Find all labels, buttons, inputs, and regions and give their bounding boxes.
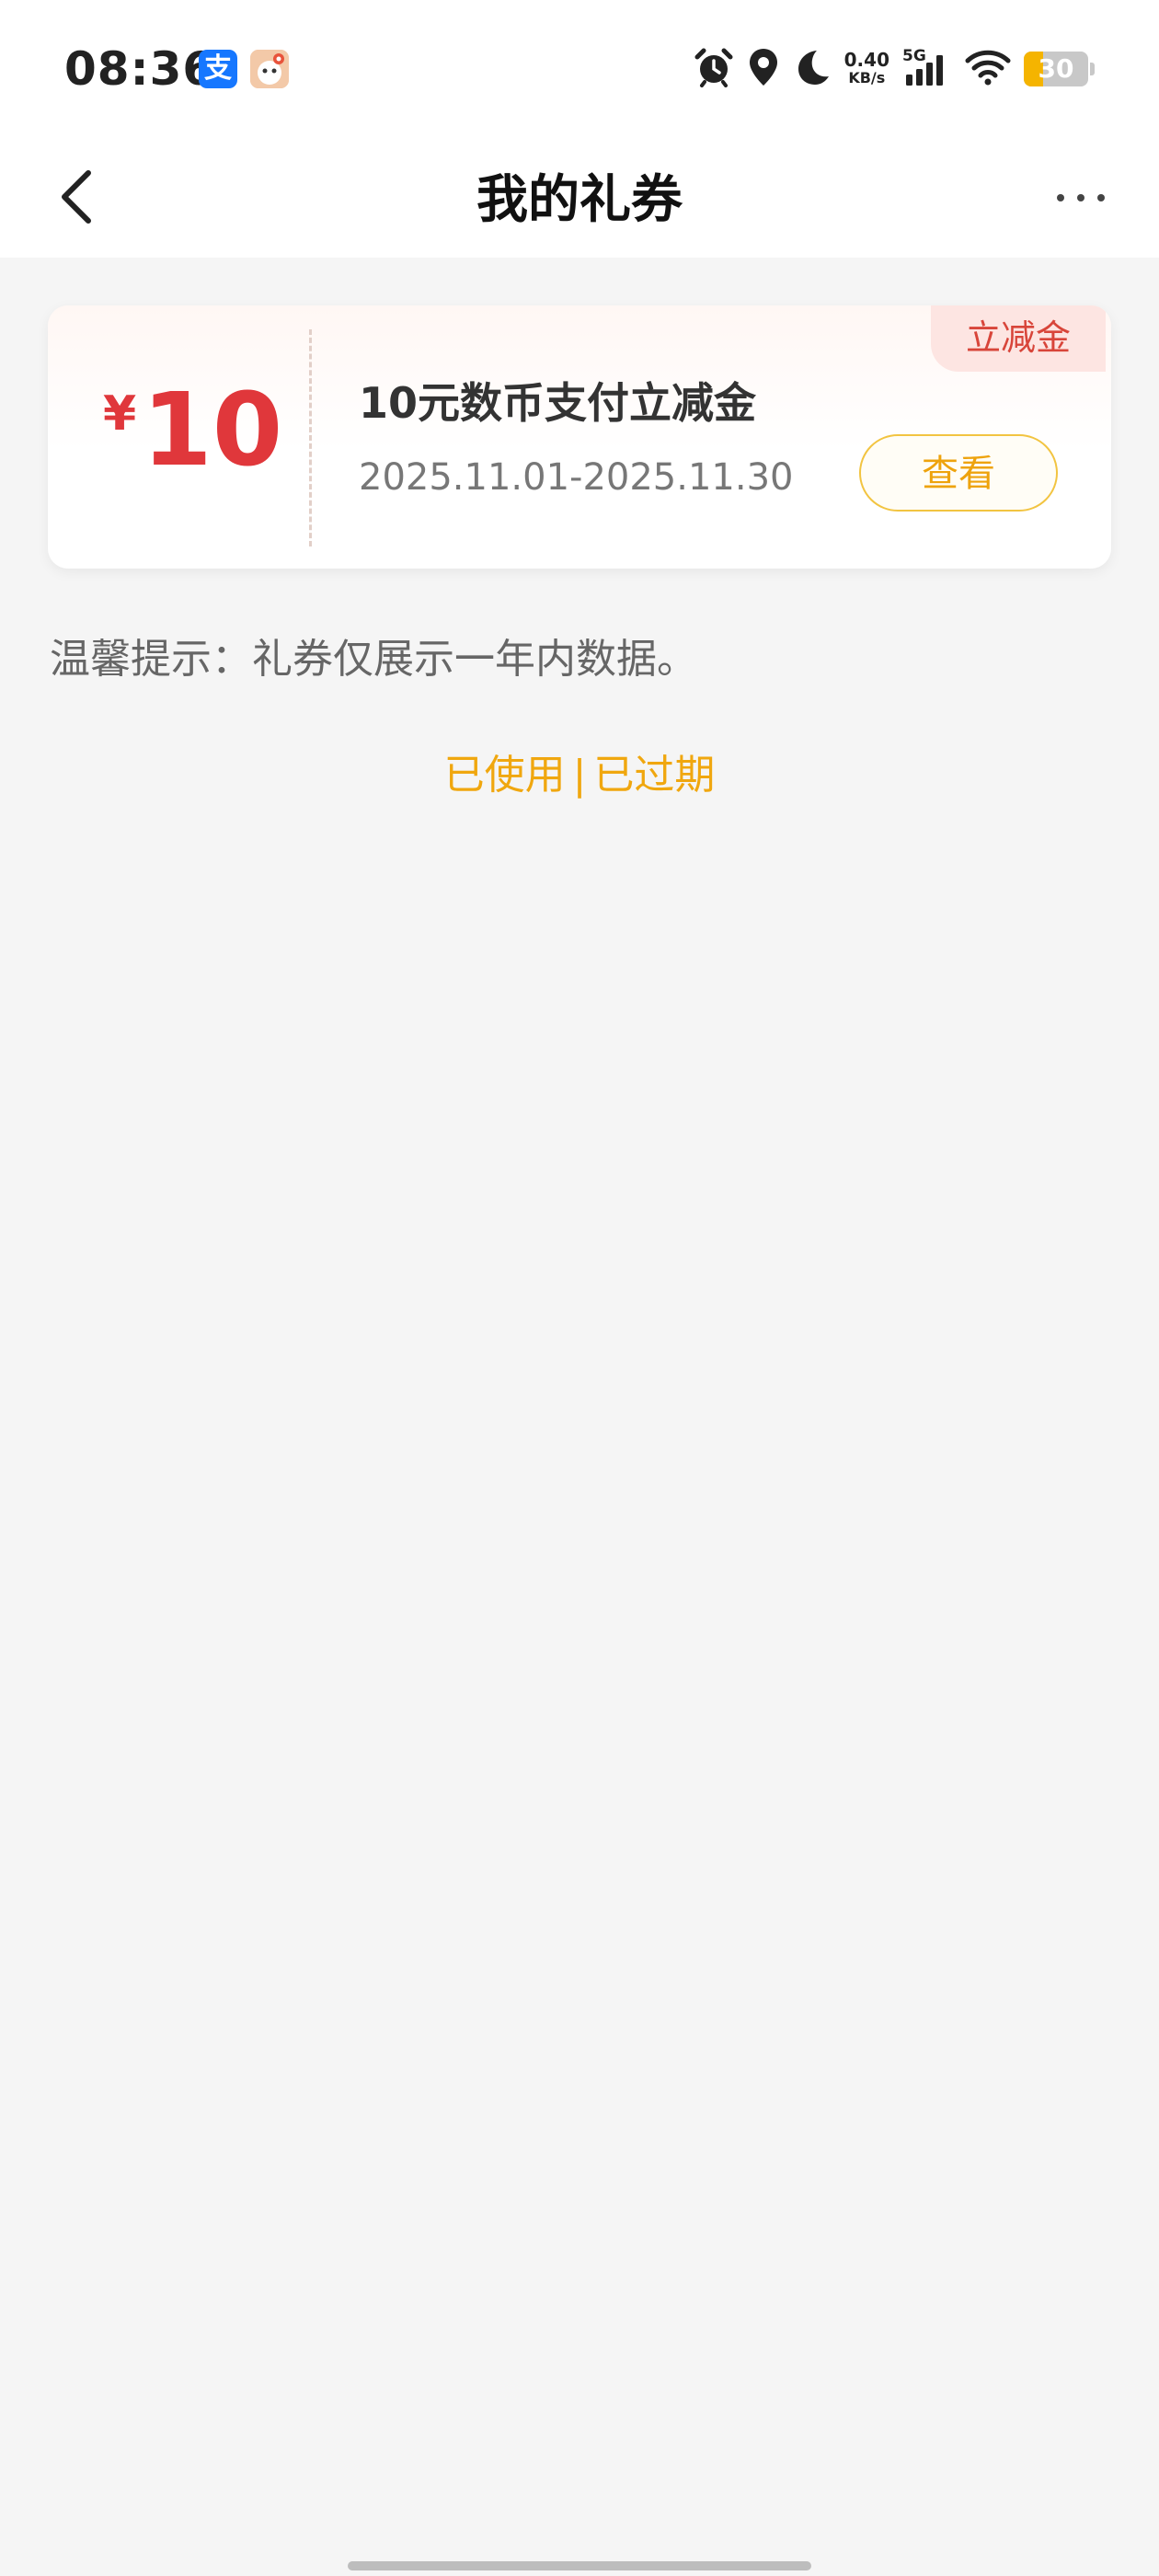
- used-link[interactable]: 已使用: [444, 752, 566, 799]
- location-icon: [747, 47, 780, 91]
- nav-bar: 我的礼券: [0, 138, 1159, 258]
- alarm-icon: [694, 47, 734, 91]
- more-dots-icon: [1097, 194, 1105, 201]
- coupon-validity: 2025.11.01-2025.11.30: [359, 456, 794, 499]
- alipay-app-icon: 支: [199, 50, 237, 88]
- coupon-type-tag: 立减金: [931, 305, 1106, 372]
- status-bar: 08:36 支 0.40 KB/s 5G 30: [0, 0, 1159, 138]
- battery-icon: 30: [1024, 52, 1088, 86]
- network-speed-unit: KB/s: [848, 69, 886, 86]
- view-button[interactable]: 查看: [859, 434, 1058, 512]
- coupon-currency: ¥: [103, 386, 137, 442]
- coupon-divider: [309, 329, 312, 546]
- tip-text: 温馨提示：礼券仅展示一年内数据。: [50, 636, 697, 683]
- moon-icon: [793, 48, 832, 90]
- status-time: 08:36: [64, 42, 216, 96]
- status-icons: 0.40 KB/s 5G 30: [694, 44, 1095, 94]
- page-title: 我的礼券: [476, 170, 683, 230]
- link-separator: |: [572, 752, 587, 799]
- wifi-icon: [965, 49, 1011, 89]
- battery-cap: [1090, 63, 1095, 75]
- more-button[interactable]: [1039, 175, 1122, 221]
- signal-icon: 5G: [902, 47, 952, 91]
- home-indicator[interactable]: [348, 2561, 811, 2570]
- battery-level: 30: [1038, 53, 1074, 84]
- coupon-name: 10元数币支付立减金: [359, 378, 757, 428]
- history-links: 已使用 | 已过期: [0, 742, 1159, 800]
- coupon-card[interactable]: ¥10 10元数币支付立减金 2025.11.01-2025.11.30 立减金…: [48, 305, 1111, 569]
- more-dots-icon: [1057, 194, 1064, 201]
- network-speed: 0.40 KB/s: [844, 51, 889, 87]
- mascot-app-icon: [250, 50, 289, 88]
- coupon-value: 10: [142, 371, 283, 489]
- more-dots-icon: [1077, 194, 1084, 201]
- coupon-amount: ¥10: [103, 370, 315, 489]
- network-speed-value: 0.40: [843, 49, 889, 71]
- expired-link[interactable]: 已过期: [593, 752, 715, 799]
- network-type-label: 5G: [902, 47, 926, 65]
